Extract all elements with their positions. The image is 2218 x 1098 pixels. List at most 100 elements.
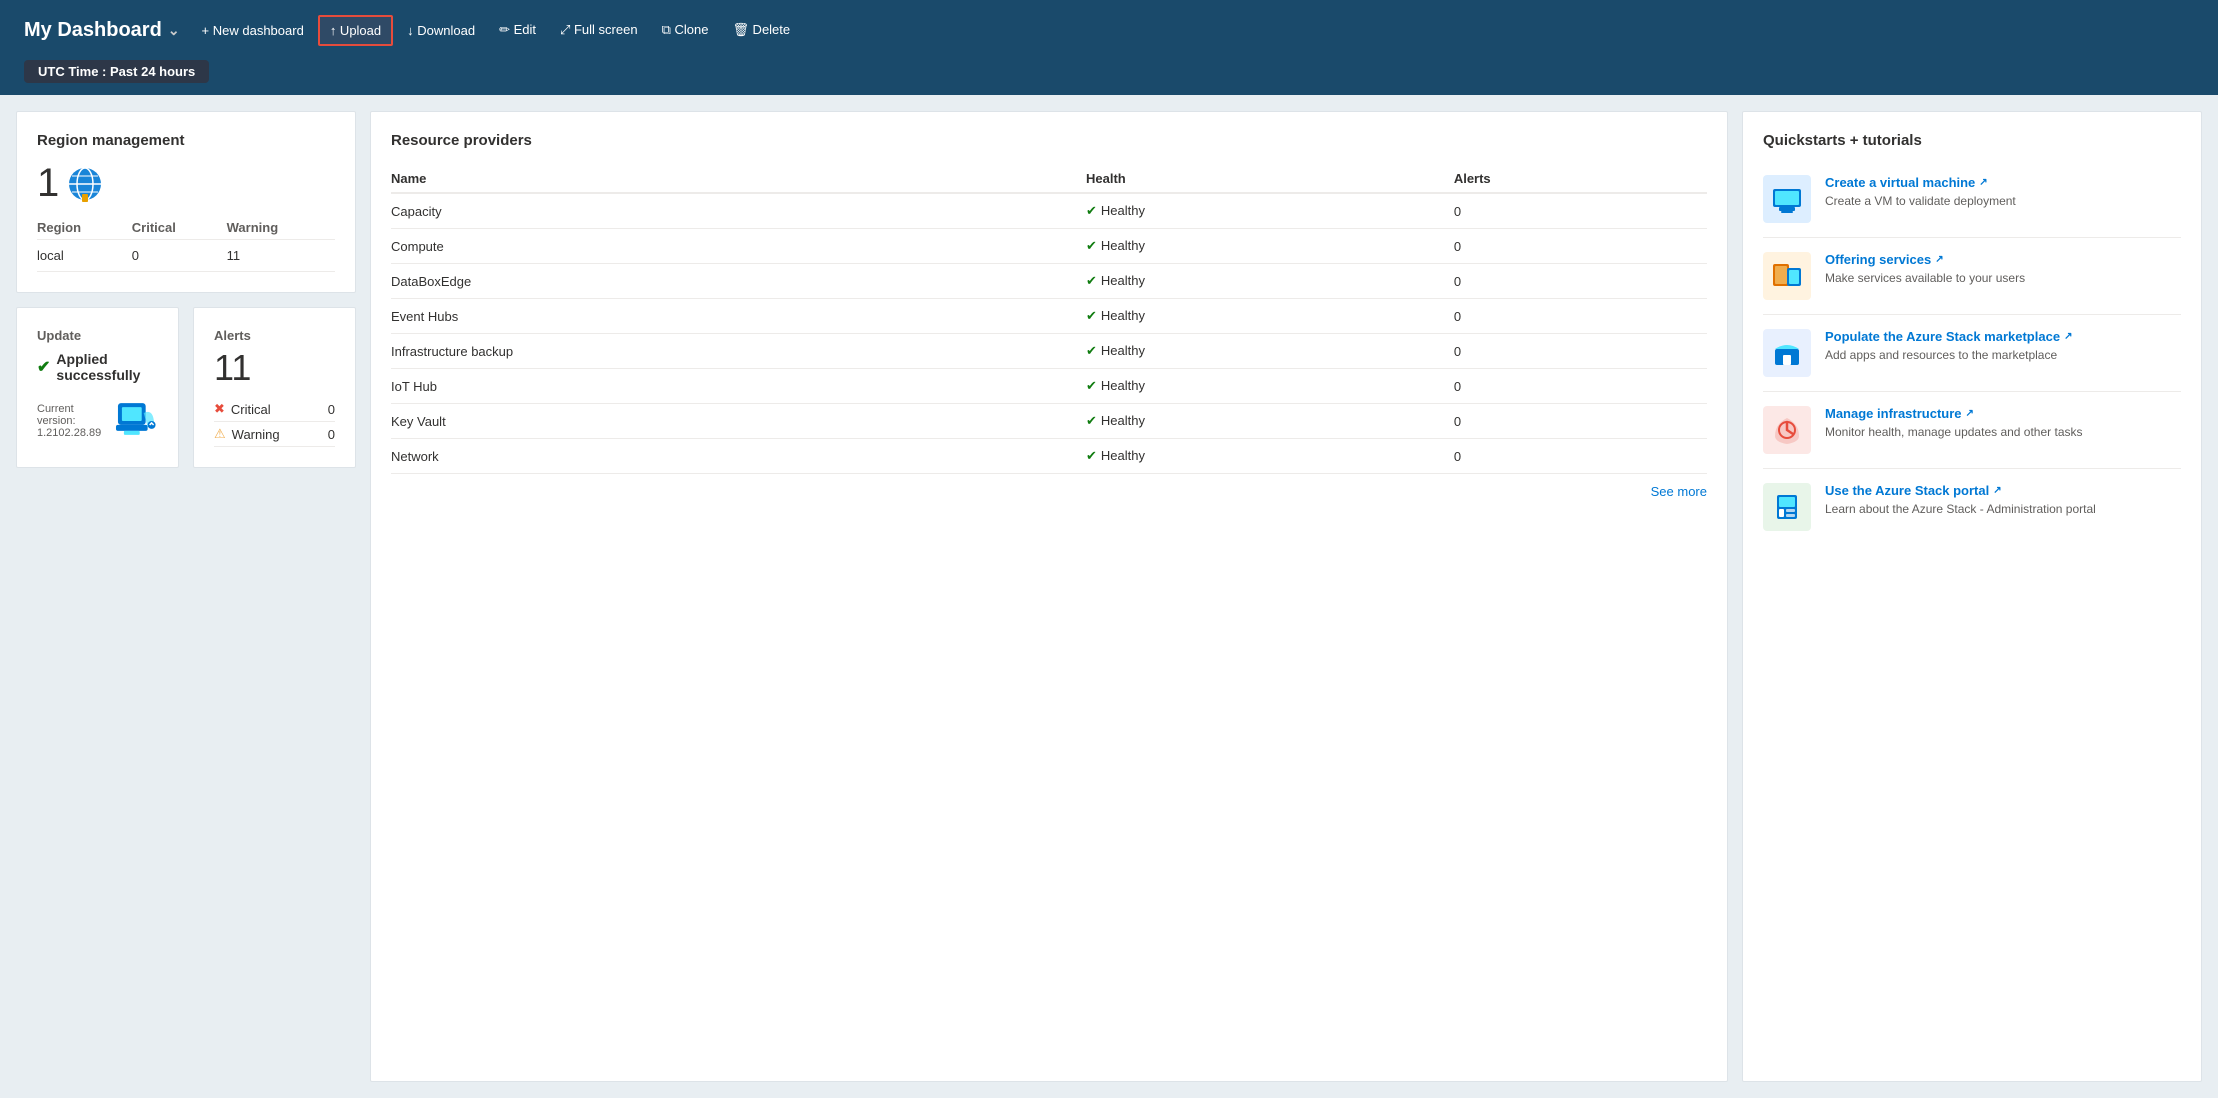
left-column: Region management 1 Region Criti (16, 111, 356, 1082)
qs-text-offering: Offering services ↗ Make services availa… (1825, 252, 2025, 287)
healthy-icon: ✔ (1086, 273, 1097, 288)
table-row[interactable]: IoT Hub ✔Healthy 0 (391, 369, 1707, 404)
update-card: Update ✔ Applied successfully Current ve… (16, 307, 179, 468)
time-value: Past 24 hours (110, 64, 195, 79)
healthy-icon: ✔ (1086, 413, 1097, 428)
qs-text-vm: Create a virtual machine ↗ Create a VM t… (1825, 175, 2016, 210)
quickstart-item-offering[interactable]: Offering services ↗ Make services availa… (1763, 238, 2181, 315)
upload-button[interactable]: ↑ Upload (318, 15, 393, 46)
qs-text-portal: Use the Azure Stack portal ↗ Learn about… (1825, 483, 2096, 518)
alert-row-critical[interactable]: ✖ Critical 0 (214, 397, 335, 422)
fullscreen-button[interactable]: ⤢ Full screen (550, 16, 648, 44)
rp-health: ✔Healthy (1086, 369, 1454, 404)
table-row[interactable]: DataBoxEdge ✔Healthy 0 (391, 264, 1707, 299)
region-table: Region Critical Warning local 0 11 (37, 216, 335, 272)
alert-label: Warning (232, 427, 280, 442)
check-icon: ✔ (37, 357, 50, 377)
external-link-icon: ↗ (1993, 485, 2001, 496)
healthy-icon: ✔ (1086, 343, 1097, 358)
external-link-icon: ↗ (2064, 331, 2072, 342)
globe-icon (67, 166, 103, 202)
rp-health: ✔Healthy (1086, 264, 1454, 299)
col-warning: Warning (227, 216, 335, 240)
table-row[interactable]: Network ✔Healthy 0 (391, 439, 1707, 474)
rp-name: Infrastructure backup (391, 334, 1086, 369)
download-button[interactable]: ↓ Download (397, 17, 485, 44)
alert-count-val: 0 (328, 402, 335, 417)
table-row[interactable]: Event Hubs ✔Healthy 0 (391, 299, 1707, 334)
quickstart-item-marketplace[interactable]: Populate the Azure Stack marketplace ↗ A… (1763, 315, 2181, 392)
quickstarts-list: Create a virtual machine ↗ Create a VM t… (1763, 161, 2181, 545)
qs-icon-marketplace (1763, 329, 1811, 377)
quickstart-item-vm[interactable]: Create a virtual machine ↗ Create a VM t… (1763, 161, 2181, 238)
rp-health: ✔Healthy (1086, 334, 1454, 369)
healthy-icon: ✔ (1086, 203, 1097, 218)
alert-count-val: 0 (328, 427, 335, 442)
clone-button[interactable]: ⧉ Clone (652, 16, 719, 44)
edit-button[interactable]: ✏ Edit (489, 16, 546, 44)
qs-icon-offering (1763, 252, 1811, 300)
rp-alerts: 0 (1454, 193, 1707, 229)
update-label: Update (37, 328, 158, 343)
resource-providers-card: Resource providers Name Health Alerts Ca… (370, 111, 1728, 1082)
qs-desc-offering: Make services available to your users (1825, 270, 2025, 287)
delete-button[interactable]: 🗑 Delete (722, 16, 800, 44)
right-column: Quickstarts + tutorials Create a virtual… (1742, 111, 2202, 1082)
alerts-label: Alerts (214, 328, 335, 343)
quickstart-item-infra[interactable]: Manage infrastructure ↗ Monitor health, … (1763, 392, 2181, 469)
rp-alerts: 0 (1454, 264, 1707, 299)
alert-count: 11 (214, 347, 335, 389)
alert-label: Critical (231, 402, 271, 417)
rp-name: Key Vault (391, 404, 1086, 439)
alerts-list: ✖ Critical 0 ⚠ Warning 0 (214, 397, 335, 447)
header: My Dashboard ⌄ + New dashboard ↑ Upload … (0, 0, 2218, 60)
warning-icon: ⚠ (214, 426, 226, 442)
qs-desc-infra: Monitor health, manage updates and other… (1825, 424, 2083, 441)
table-row[interactable]: Infrastructure backup ✔Healthy 0 (391, 334, 1707, 369)
rp-health: ✔Healthy (1086, 404, 1454, 439)
healthy-icon: ✔ (1086, 238, 1097, 253)
table-row[interactable]: Capacity ✔Healthy 0 (391, 193, 1707, 229)
region-row[interactable]: local 0 11 (37, 240, 335, 272)
version-info: Current version: 1.2102.28.89 (37, 403, 114, 439)
quickstarts-title: Quickstarts + tutorials (1763, 132, 2181, 149)
region-critical: 0 (132, 240, 227, 272)
quickstart-item-portal[interactable]: Use the Azure Stack portal ↗ Learn about… (1763, 469, 2181, 545)
external-link-icon: ↗ (1979, 177, 1987, 188)
rp-col-name: Name (391, 165, 1086, 193)
region-management-card: Region management 1 Region Criti (16, 111, 356, 293)
title-text: My Dashboard (24, 19, 162, 42)
middle-column: Resource providers Name Health Alerts Ca… (370, 111, 1728, 1082)
title-chevron-icon[interactable]: ⌄ (168, 22, 180, 39)
rp-title: Resource providers (391, 132, 1707, 149)
update-status: ✔ Applied successfully (37, 351, 158, 383)
col-region: Region (37, 216, 132, 240)
critical-icon: ✖ (214, 401, 225, 417)
external-link-icon: ↗ (1966, 408, 1974, 419)
rp-alerts: 0 (1454, 404, 1707, 439)
qs-desc-vm: Create a VM to validate deployment (1825, 193, 2016, 210)
rp-col-health: Health (1086, 165, 1454, 193)
qs-icon-portal (1763, 483, 1811, 531)
qs-icon-infra (1763, 406, 1811, 454)
bottom-row: Update ✔ Applied successfully Current ve… (16, 307, 356, 468)
time-bar: UTC Time : Past 24 hours (0, 60, 2218, 95)
new-dashboard-button[interactable]: + New dashboard (192, 17, 314, 44)
qs-text-marketplace: Populate the Azure Stack marketplace ↗ A… (1825, 329, 2072, 364)
qs-title-marketplace: Populate the Azure Stack marketplace ↗ (1825, 329, 2072, 344)
time-badge[interactable]: UTC Time : Past 24 hours (24, 60, 209, 83)
rp-health: ✔Healthy (1086, 299, 1454, 334)
time-label: UTC Time : (38, 64, 106, 79)
healthy-icon: ✔ (1086, 308, 1097, 323)
rp-health: ✔Healthy (1086, 439, 1454, 474)
rp-alerts: 0 (1454, 299, 1707, 334)
table-row[interactable]: Key Vault ✔Healthy 0 (391, 404, 1707, 439)
external-link-icon: ↗ (1935, 254, 1943, 265)
region-count: 1 (37, 161, 335, 206)
qs-desc-marketplace: Add apps and resources to the marketplac… (1825, 347, 2072, 364)
region-warning: 11 (227, 240, 335, 272)
see-more-link[interactable]: See more (391, 484, 1707, 499)
alert-row-warning[interactable]: ⚠ Warning 0 (214, 422, 335, 447)
rp-alerts: 0 (1454, 334, 1707, 369)
table-row[interactable]: Compute ✔Healthy 0 (391, 229, 1707, 264)
